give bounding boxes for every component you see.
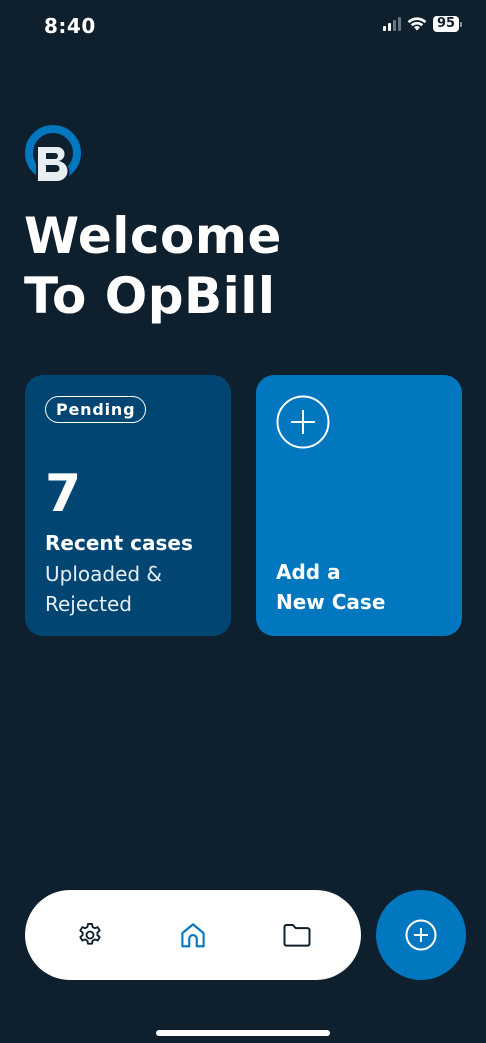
gear-icon [79, 922, 101, 945]
status-time: 8:40 [44, 14, 96, 38]
add-case-fab[interactable] [376, 890, 466, 980]
wifi-icon [407, 16, 427, 30]
plus-circle-icon [276, 395, 330, 449]
opbill-logo [25, 125, 81, 184]
bottom-nav [25, 890, 361, 980]
add-new-case-label: Add a New Case [276, 557, 446, 617]
battery-level: 95 [433, 16, 459, 32]
home-icon [181, 923, 205, 948]
add-label-line-2: New Case [276, 590, 386, 614]
pending-subtitle: Uploaded & Rejected [45, 562, 163, 616]
welcome-line-1: Welcome [24, 207, 282, 265]
pending-badge: Pending [45, 396, 147, 423]
home-indicator [156, 1030, 330, 1036]
nav-settings-button[interactable] [75, 920, 105, 950]
nav-folder-button[interactable] [282, 920, 312, 950]
plus-circle-icon [405, 919, 437, 951]
home-screen: 8:40 95 Welcome To OpBill Pending 7 Rece… [0, 0, 486, 1043]
signal-icon [383, 17, 401, 31]
battery-icon: 95 [433, 16, 462, 32]
status-icons: 95 [383, 16, 462, 32]
folder-icon [283, 924, 311, 947]
add-label-line-1: Add a [276, 560, 341, 584]
nav-home-button[interactable] [178, 920, 208, 950]
pending-cases-card[interactable]: Pending 7 Recent cases Uploaded & Reject… [25, 375, 231, 636]
status-bar: 8:40 95 [0, 0, 486, 54]
recent-cases-label: Recent cases [45, 531, 193, 555]
add-new-case-card[interactable]: Add a New Case [256, 375, 462, 636]
welcome-title: Welcome To OpBill [24, 206, 282, 326]
pending-count: 7 [45, 464, 82, 524]
welcome-line-2: To OpBill [24, 267, 276, 325]
